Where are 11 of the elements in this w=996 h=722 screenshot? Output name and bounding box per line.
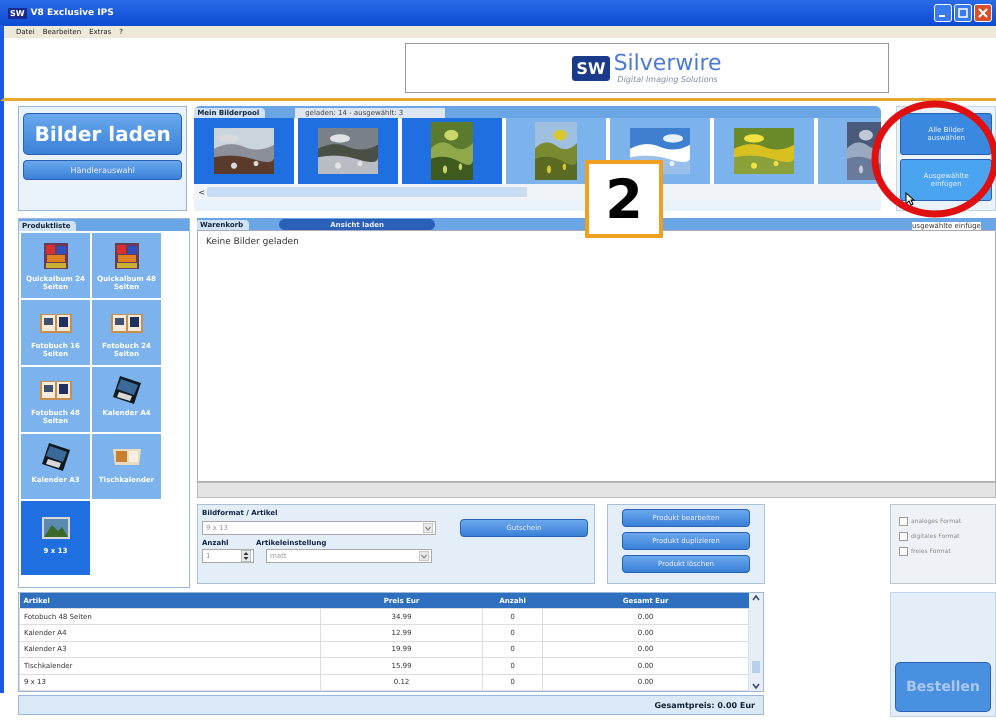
step-number-overlay: 2 — [585, 160, 663, 238]
empty-message: Keine Bilder geladen — [206, 237, 299, 247]
load-images-button[interactable]: Bilder laden — [23, 113, 182, 155]
app-icon: SW — [8, 8, 27, 18]
window-title: V8 Exclusive IPS — [30, 8, 114, 18]
logo-mark: SW — [572, 56, 610, 80]
total-price: Gesamtpreis: 0.00 Eur — [654, 700, 755, 710]
order-button[interactable]: Bestellen — [895, 662, 991, 712]
dealer-button[interactable]: Händlerauswahl — [23, 160, 182, 180]
logo-name: Silverwire — [614, 52, 722, 74]
logo-tagline: Digital Imaging Solutions — [617, 74, 718, 84]
